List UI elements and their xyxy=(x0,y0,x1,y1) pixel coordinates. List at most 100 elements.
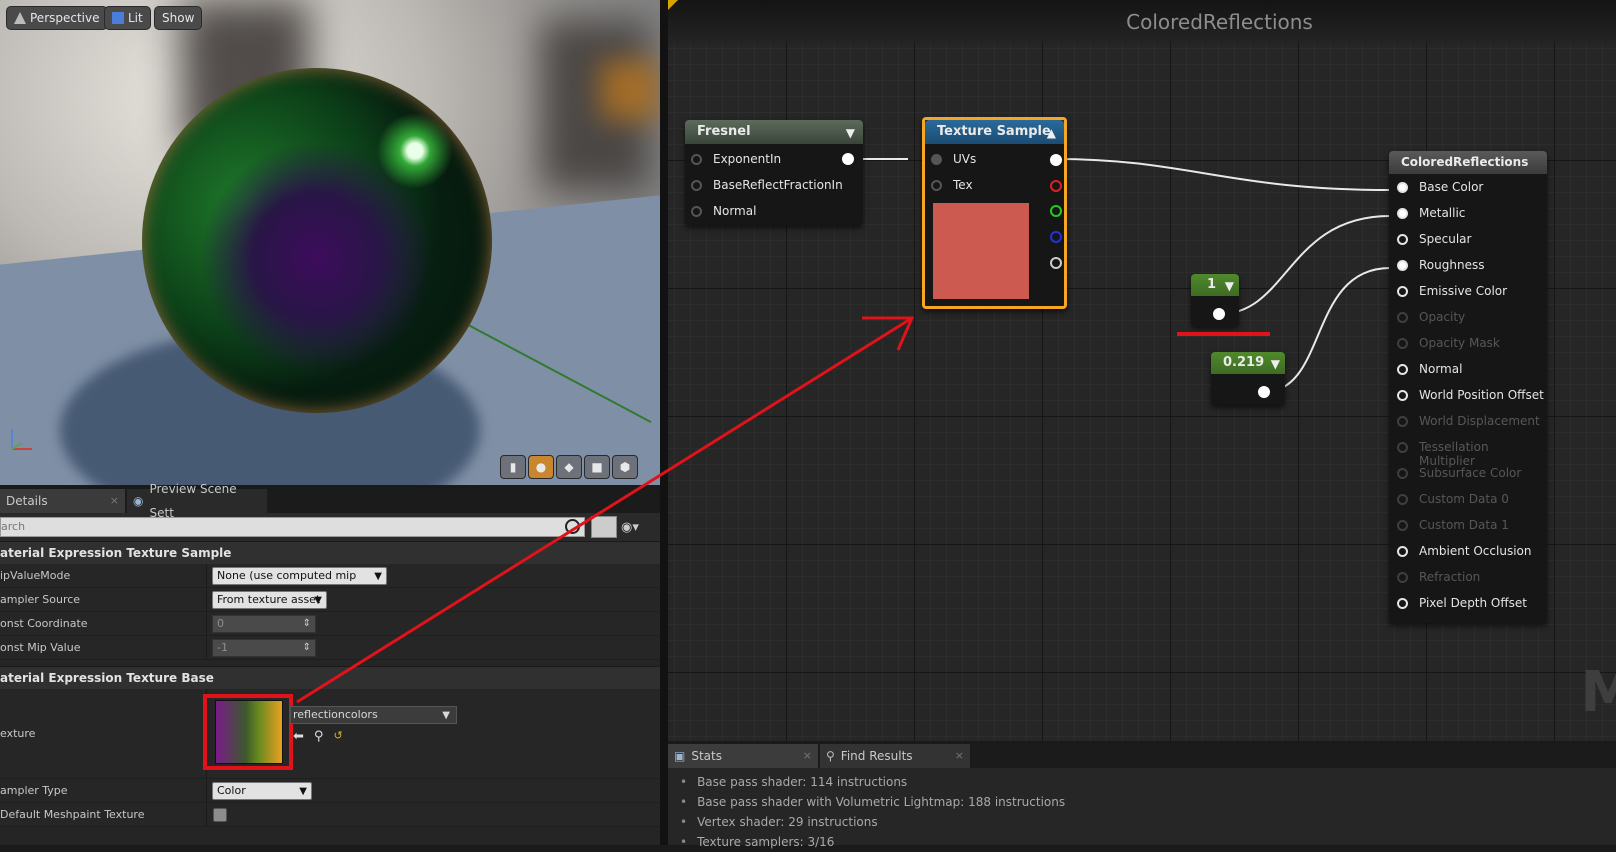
constant-node-0219[interactable]: 0.219 ▼ xyxy=(1211,352,1285,405)
alpha-output-pin-icon[interactable] xyxy=(1050,257,1062,269)
category-texture-base[interactable]: aterial Expression Texture Base xyxy=(0,666,660,689)
blue-output-pin-icon[interactable] xyxy=(1050,231,1062,243)
material-input-opacity-mask[interactable]: Opacity Mask xyxy=(1397,336,1500,350)
constant-node-1[interactable]: 1 ▼ xyxy=(1191,274,1239,326)
fresnel-node-header[interactable]: Fresnel ▼ xyxy=(685,120,863,144)
texture-asset-dropdown[interactable]: reflectioncolors ▼ xyxy=(290,706,457,724)
input-pin-icon xyxy=(1397,182,1408,193)
input-pin-icon xyxy=(1397,390,1408,401)
stat-line: Texture samplers: 3/16 xyxy=(668,832,1616,852)
material-input-subsurface-color[interactable]: Subsurface Color xyxy=(1397,466,1521,480)
show-button[interactable]: Show xyxy=(154,6,203,30)
fresnel-node[interactable]: Fresnel ▼ ExponentIn BaseReflectFraction… xyxy=(685,120,863,225)
material-input-world-displacement[interactable]: World Displacement xyxy=(1397,414,1540,428)
sampler-type-dropdown[interactable]: Color ▼ xyxy=(212,782,312,800)
category-texture-sample[interactable]: aterial Expression Texture Sample xyxy=(0,541,660,564)
material-input-pixel-depth-offset[interactable]: Pixel Depth Offset xyxy=(1397,596,1527,610)
material-input-world-position-offset[interactable]: World Position Offset xyxy=(1397,388,1544,402)
collapse-triangle-icon[interactable]: ▼ xyxy=(1271,353,1280,375)
material-input-custom-data-0[interactable]: Custom Data 0 xyxy=(1397,492,1509,506)
constant-node-0219-header[interactable]: 0.219 ▼ xyxy=(1211,352,1285,374)
default-meshpaint-checkbox[interactable] xyxy=(213,808,227,822)
rgb-output-pin-icon[interactable] xyxy=(1050,154,1062,166)
input-pin-icon xyxy=(691,180,702,191)
pin-exponent-in[interactable]: ExponentIn xyxy=(691,152,781,166)
property-sampler-type: ampler Type Color ▼ xyxy=(0,779,660,803)
pin-base-reflect-fraction-in[interactable]: BaseReflectFractionIn xyxy=(691,178,843,192)
mip-value-mode-dropdown[interactable]: None (use computed mip level)▼ xyxy=(212,567,387,598)
material-result-node-header[interactable]: ColoredReflections xyxy=(1389,151,1547,174)
close-icon[interactable]: × xyxy=(110,489,119,513)
pin-tex[interactable]: Tex xyxy=(931,178,973,192)
reset-icon[interactable]: ↺ xyxy=(333,729,342,744)
perspective-button[interactable]: Perspective xyxy=(6,6,108,30)
texture-preview xyxy=(933,203,1029,299)
globe-icon: ◉ xyxy=(133,494,144,508)
material-input-opacity[interactable]: Opacity xyxy=(1397,310,1465,324)
collapse-triangle-icon[interactable]: ▼ xyxy=(1225,275,1234,297)
preview-viewport[interactable]: Perspective Lit Show ▮ ● ◆ ■ ⬢ xyxy=(0,0,660,485)
magnifier-icon[interactable]: ⚲ xyxy=(314,729,324,744)
close-icon[interactable]: × xyxy=(803,744,812,768)
pin-uvs[interactable]: UVs xyxy=(931,152,976,166)
material-input-ambient-occlusion[interactable]: Ambient Occlusion xyxy=(1397,544,1531,558)
input-pin-icon xyxy=(1397,286,1408,297)
cube-preview-button[interactable]: ■ xyxy=(584,455,610,479)
output-pin-icon[interactable] xyxy=(842,153,854,165)
tab-stats[interactable]: ▣ Stats × xyxy=(668,744,818,768)
axis-gizmo-icon xyxy=(6,425,36,456)
material-input-roughness[interactable]: Roughness xyxy=(1397,258,1484,272)
view-options-button[interactable] xyxy=(591,516,617,538)
spin-icon: ⇕ xyxy=(302,642,311,653)
texture-sample-node[interactable]: Texture Sample ▲ UVs Tex xyxy=(922,117,1067,309)
input-pin-icon xyxy=(1397,416,1408,427)
browse-arrow-icon[interactable]: ⬅ xyxy=(293,729,304,744)
panel-divider[interactable] xyxy=(660,0,668,845)
tab-find-results[interactable]: ⚲ Find Results × xyxy=(820,744,970,768)
material-graph[interactable]: ColoredReflections M Fresnel ▼ ExponentI… xyxy=(668,0,1616,741)
green-output-pin-icon[interactable] xyxy=(1050,205,1062,217)
material-input-emissive-color[interactable]: Emissive Color xyxy=(1397,284,1507,298)
tab-details[interactable]: Details × xyxy=(0,489,125,513)
texture-thumbnail[interactable] xyxy=(215,700,283,764)
input-pin-icon xyxy=(691,154,702,165)
collapse-triangle-icon[interactable]: ▲ xyxy=(1047,121,1056,145)
tab-preview-scene-settings[interactable]: ◉ Preview Scene Sett xyxy=(127,482,267,520)
close-icon[interactable]: × xyxy=(955,744,964,768)
material-input-normal[interactable]: Normal xyxy=(1397,362,1462,376)
input-pin-icon xyxy=(1397,234,1408,245)
stat-line: Base pass shader with Volumetric Lightma… xyxy=(668,792,1616,812)
mesh-preview-button[interactable]: ⬢ xyxy=(612,455,638,479)
plane-preview-button[interactable]: ◆ xyxy=(556,455,582,479)
output-pin-icon[interactable] xyxy=(1213,308,1225,320)
output-pin-icon[interactable] xyxy=(1258,386,1270,398)
chevron-down-icon: ▼ xyxy=(314,595,322,606)
input-pin-icon xyxy=(1397,312,1408,323)
material-input-specular[interactable]: Specular xyxy=(1397,232,1471,246)
details-search-row: arch ◉▾ xyxy=(0,513,660,541)
material-input-metallic[interactable]: Metallic xyxy=(1397,206,1465,220)
pin-normal[interactable]: Normal xyxy=(691,204,756,218)
red-output-pin-icon[interactable] xyxy=(1050,180,1062,192)
texture-sample-node-header[interactable]: Texture Sample ▲ xyxy=(925,120,1064,144)
sphere-preview-button[interactable]: ● xyxy=(528,455,554,479)
property-mip-value-mode: ipValueMode None (use computed mip level… xyxy=(0,564,660,598)
eye-icon[interactable]: ◉▾ xyxy=(621,520,639,535)
property-sampler-source: ampler Source From texture asset ▼ xyxy=(0,588,660,612)
material-input-refraction[interactable]: Refraction xyxy=(1397,570,1480,584)
cylinder-preview-button[interactable]: ▮ xyxy=(500,455,526,479)
material-input-base-color[interactable]: Base Color xyxy=(1397,180,1483,194)
const-mip-value-field[interactable]: -1 ⇕ xyxy=(212,639,316,657)
material-result-node[interactable]: ColoredReflections Base Color Metallic Spe… xyxy=(1389,151,1547,623)
lit-button[interactable]: Lit xyxy=(104,6,151,30)
material-input-tessellation-multiplier[interactable]: Tessellation Multiplier xyxy=(1397,440,1547,468)
constant-node-1-header[interactable]: 1 ▼ xyxy=(1191,274,1239,296)
search-input[interactable]: arch xyxy=(0,517,585,537)
const-coordinate-field[interactable]: 0 ⇕ xyxy=(212,615,316,633)
sampler-source-dropdown[interactable]: From texture asset ▼ xyxy=(212,591,327,609)
collapse-triangle-icon[interactable]: ▼ xyxy=(846,121,855,145)
preview-sphere xyxy=(142,68,492,413)
material-input-custom-data-1[interactable]: Custom Data 1 xyxy=(1397,518,1509,532)
property-default-meshpaint-texture: Default Meshpaint Texture xyxy=(0,803,660,827)
chevron-down-icon: ▼ xyxy=(299,786,307,797)
